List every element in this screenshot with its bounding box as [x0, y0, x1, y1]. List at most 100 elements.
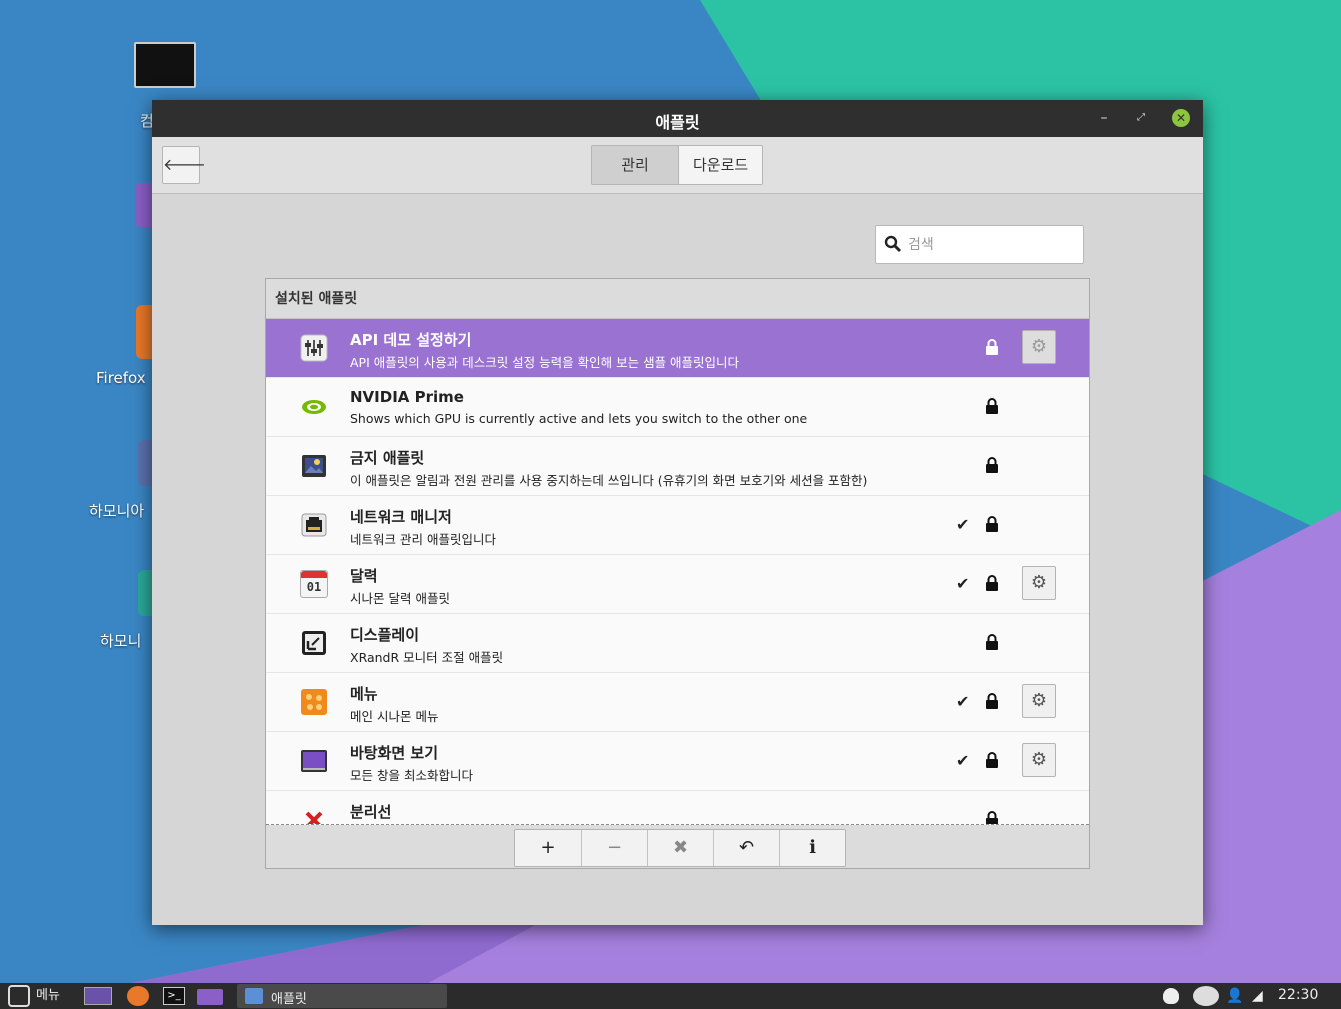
- lock-icon: [986, 752, 998, 768]
- desktop-icon-label: Firefox: [96, 369, 146, 387]
- configure-button[interactable]: ⚙: [1022, 743, 1056, 777]
- applet-name: 바탕화면 보기: [350, 744, 439, 762]
- toolbar: 🡐 관리 다운로드: [152, 137, 1203, 194]
- close-button[interactable]: ✕: [1172, 109, 1190, 127]
- applet-description: 네트워크 관리 애플릿입니다: [350, 532, 496, 547]
- network-icon: [301, 513, 327, 537]
- enabled-check-icon: ✔: [956, 692, 970, 711]
- tab-manage[interactable]: 관리: [592, 146, 678, 184]
- firefox-icon: [136, 305, 152, 359]
- desktop-icon-harmony[interactable]: 하모니: [100, 570, 152, 650]
- app-icon: [138, 440, 152, 486]
- show-desktop-icon[interactable]: [84, 987, 112, 1005]
- menu-icon: [301, 689, 327, 715]
- lock-icon: [986, 457, 998, 473]
- back-button[interactable]: 🡐: [162, 146, 206, 184]
- applet-row[interactable]: NVIDIA Prime Shows which GPU is currentl…: [266, 378, 1089, 437]
- applet-name: 분리선: [350, 803, 392, 821]
- search-input[interactable]: [908, 232, 1076, 258]
- configure-button[interactable]: ⚙: [1022, 684, 1056, 718]
- lock-icon: [986, 516, 998, 532]
- gear-icon: ⚙: [1030, 572, 1048, 593]
- gear-icon: ⚙: [1030, 690, 1048, 711]
- user-icon[interactable]: 👤: [1226, 988, 1243, 1004]
- applet-name: 디스플레이: [350, 626, 420, 644]
- desktop-icon-computer[interactable]: 컴: [134, 42, 196, 130]
- status-dot-icon[interactable]: [1193, 986, 1219, 1006]
- applet-name: API 데모 설정하기: [350, 331, 472, 349]
- configure-button[interactable]: ⚙: [1022, 330, 1056, 364]
- installed-applets-panel: 설치된 애플릿 API 데모 설정하기 API 애플릿의 사용과 데스크릿 설정…: [265, 278, 1090, 869]
- arrow-left-icon: 🡐: [163, 155, 206, 174]
- applet-description: 시나몬 달력 애플릿: [350, 591, 450, 606]
- app-icon: [138, 570, 152, 616]
- add-button[interactable]: +: [515, 830, 581, 866]
- remove-button[interactable]: −: [581, 830, 647, 866]
- applets-window: 애플릿 – ⤢ ✕ 🡐 관리 다운로드 설치된 애플릿: [152, 100, 1203, 925]
- inhibit-icon: [302, 455, 326, 477]
- uninstall-button[interactable]: ✖: [647, 830, 713, 866]
- applet-name: 달력: [350, 567, 378, 585]
- applet-description: 모든 창을 최소화합니다: [350, 768, 473, 783]
- applet-name: 메뉴: [350, 685, 378, 703]
- applet-description: API 애플릿의 사용과 데스크릿 설정 능력을 확인해 보는 샘플 애플릿입니…: [350, 355, 740, 370]
- taskbar-window-button[interactable]: 애플릿: [237, 984, 447, 1008]
- gear-icon: ⚙: [1030, 336, 1048, 357]
- folder-icon[interactable]: [197, 989, 223, 1005]
- applet-row[interactable]: 금지 애플릿 이 애플릿은 알림과 전원 관리를 사용 중지하는데 쓰입니다 (…: [266, 437, 1089, 496]
- applet-row[interactable]: 디스플레이 XRandR 모니터 조절 애플릿: [266, 614, 1089, 673]
- search-icon: [884, 235, 902, 253]
- clock[interactable]: 22:30: [1278, 987, 1318, 1003]
- folder-icon: [136, 183, 152, 227]
- enabled-check-icon: ✔: [956, 574, 970, 593]
- desktop-icon-harmonia[interactable]: 하모니아: [89, 440, 152, 520]
- restore-button[interactable]: ↶: [713, 830, 779, 866]
- applet-row[interactable]: 바탕화면 보기 모든 창을 최소화합니다 ✔ ⚙: [266, 732, 1089, 791]
- window-title: 애플릿: [655, 113, 700, 132]
- applet-name: 네트워크 매니저: [350, 508, 452, 526]
- search-box[interactable]: [875, 225, 1084, 264]
- applet-row[interactable]: 메뉴 메인 시나몬 메뉴 ✔ ⚙: [266, 673, 1089, 732]
- shield-icon[interactable]: [1163, 988, 1179, 1004]
- enabled-check-icon: ✔: [956, 515, 970, 534]
- lock-icon: [986, 575, 998, 591]
- calendar-icon: 01: [300, 570, 328, 598]
- configure-button[interactable]: ⚙: [1022, 566, 1056, 600]
- applet-name: NVIDIA Prime: [350, 388, 464, 406]
- applet-list[interactable]: API 데모 설정하기 API 애플릿의 사용과 데스크릿 설정 능력을 확인해…: [266, 319, 1089, 825]
- enabled-check-icon: ✔: [956, 751, 970, 770]
- tab-download[interactable]: 다운로드: [678, 146, 763, 184]
- firefox-icon[interactable]: [127, 986, 149, 1006]
- info-button[interactable]: ℹ: [779, 830, 845, 866]
- terminal-icon[interactable]: >_: [163, 987, 185, 1005]
- applets-icon: [245, 988, 263, 1004]
- applet-row[interactable]: 네트워크 매니저 네트워크 관리 애플릿입니다 ✔: [266, 496, 1089, 555]
- network-signal-icon[interactable]: ◢: [1252, 987, 1268, 1005]
- gear-icon: ⚙: [1030, 749, 1048, 770]
- lock-icon: [986, 811, 998, 824]
- desktop-icon-folder[interactable]: [136, 183, 152, 227]
- applet-description: XRandR 모니터 조절 애플릿: [350, 650, 504, 665]
- applet-description: Shows which GPU is currently active and …: [350, 411, 808, 426]
- taskbar: 메뉴 >_ 애플릿 👤 ◢ 22:30: [0, 983, 1341, 1009]
- tab-bar: 관리 다운로드: [591, 145, 764, 185]
- lock-icon: [986, 339, 998, 355]
- titlebar[interactable]: 애플릿 – ⤢ ✕: [152, 100, 1203, 137]
- applet-row[interactable]: API 데모 설정하기 API 애플릿의 사용과 데스크릿 설정 능력을 확인해…: [266, 319, 1089, 378]
- desktop-icon-label: 하모니: [100, 632, 142, 650]
- monitor-icon: [134, 42, 196, 88]
- lock-icon: [986, 634, 998, 650]
- calendar-day: 01: [306, 580, 322, 594]
- desktop-icon-firefox[interactable]: Firefox: [96, 305, 152, 387]
- mint-logo-icon[interactable]: [8, 985, 30, 1007]
- taskbar-window-label: 애플릿: [271, 992, 307, 1007]
- applet-name: 금지 애플릿: [350, 449, 425, 467]
- maximize-button[interactable]: ⤢: [1132, 109, 1150, 127]
- minimize-button[interactable]: –: [1095, 109, 1113, 127]
- lock-icon: [986, 398, 998, 414]
- applet-row[interactable]: 01 달력 시나몬 달력 애플릿 ✔ ⚙: [266, 555, 1089, 614]
- nvidia-icon: [302, 400, 326, 414]
- applet-row[interactable]: 분리선: [266, 791, 1089, 824]
- applet-description: 이 애플릿은 알림과 전원 관리를 사용 중지하는데 쓰입니다 (유휴기의 화면…: [350, 473, 868, 488]
- menu-button[interactable]: 메뉴: [36, 983, 60, 1009]
